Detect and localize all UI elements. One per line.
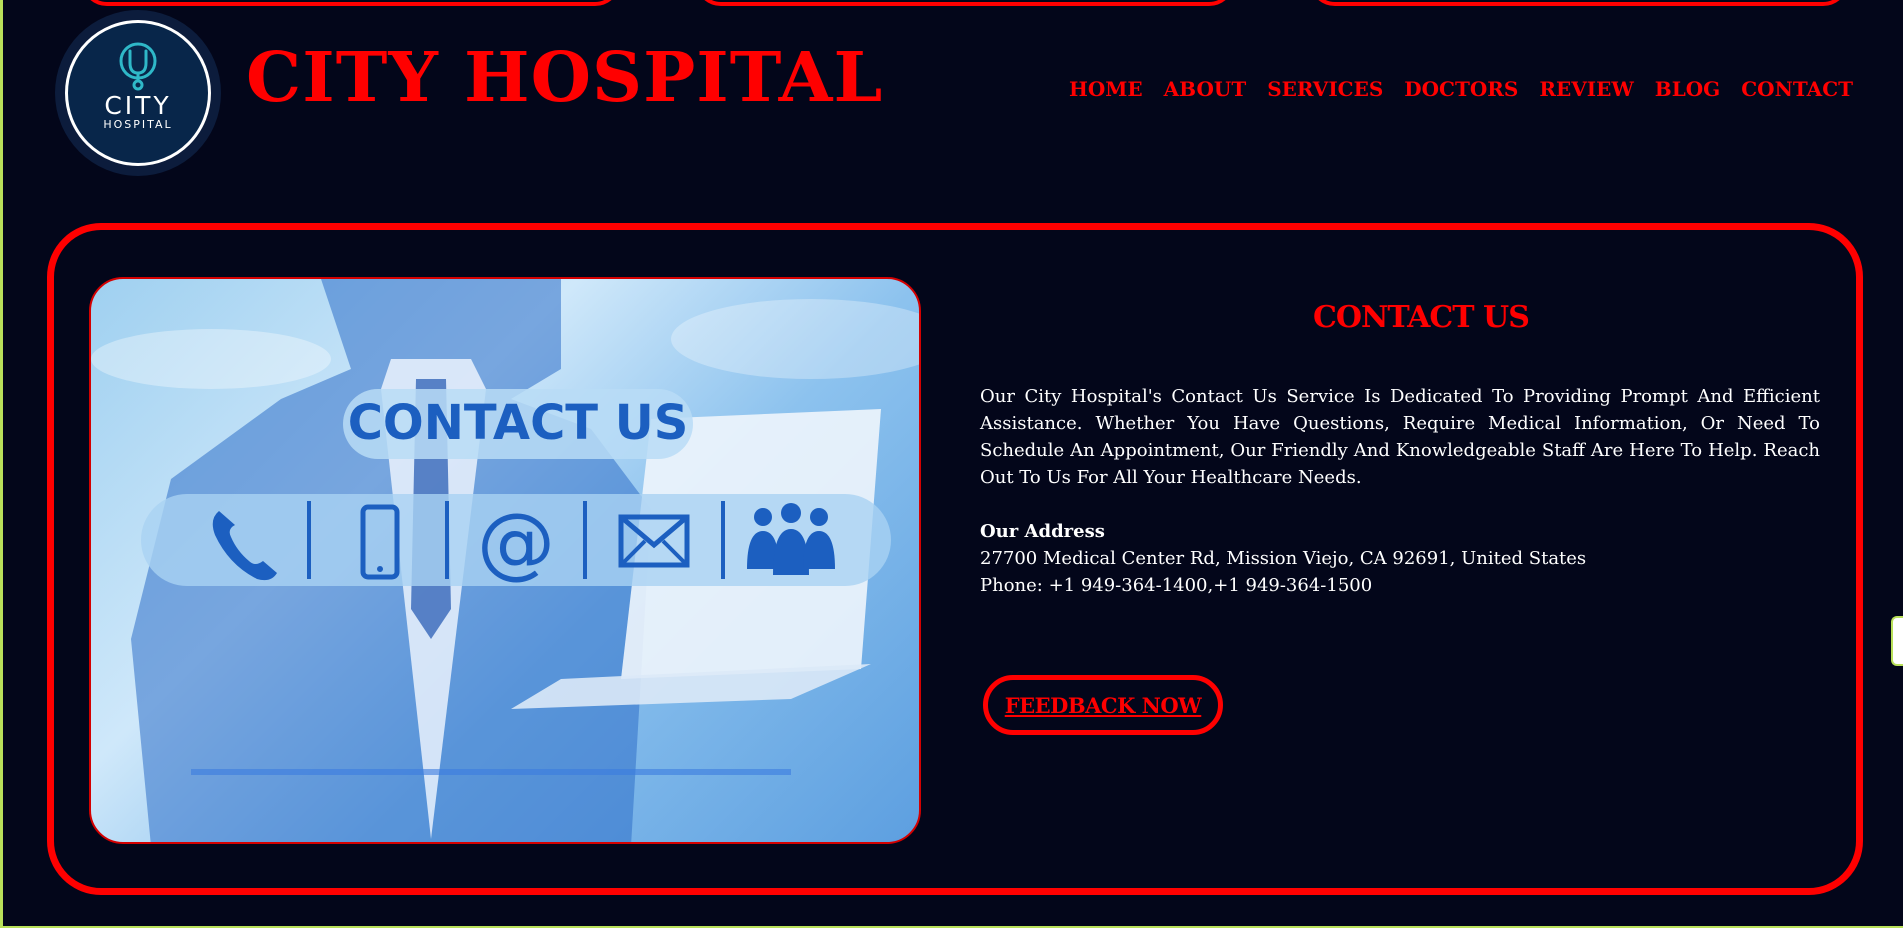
group-icon [747, 503, 835, 575]
feedback-button[interactable]: FEEDBACK NOW [983, 675, 1223, 735]
nav-contact[interactable]: CONTACT [1741, 76, 1853, 102]
site-title: CITY HOSPITAL [246, 38, 884, 118]
contact-image: CONTACT US @ [89, 277, 921, 844]
logo-text-city: CITY [104, 91, 172, 120]
side-widget-tab[interactable] [1891, 616, 1903, 666]
image-heading: CONTACT US [348, 395, 689, 451]
previous-card-bottom [1309, 0, 1849, 6]
hospital-logo[interactable]: CITY HOSPITAL [55, 10, 221, 176]
page: CITY HOSPITAL CITY HOSPITAL HOME ABOUT S… [3, 0, 1903, 926]
nav-services[interactable]: SERVICES [1267, 76, 1383, 102]
address-label: Our Address [980, 521, 1105, 542]
stethoscope-icon [119, 42, 157, 91]
previous-card-bottom [695, 0, 1235, 6]
nav-review[interactable]: REVIEW [1539, 76, 1633, 102]
phone-text: Phone: +1 949-364-1400,+1 949-364-1500 [980, 575, 1373, 596]
at-sign-icon: @ [477, 498, 555, 588]
contact-description: Our City Hospital's Contact Us Service I… [980, 386, 1820, 488]
address-text: 27700 Medical Center Rd, Mission Viejo, … [980, 548, 1587, 569]
nav-home[interactable]: HOME [1069, 76, 1143, 102]
nav-about[interactable]: ABOUT [1164, 76, 1247, 102]
contact-illustration: CONTACT US @ [91, 279, 919, 842]
main-nav: HOME ABOUT SERVICES DOCTORS REVIEW BLOG … [1048, 76, 1853, 102]
logo-emblem: CITY HOSPITAL [65, 20, 211, 166]
nav-doctors[interactable]: DOCTORS [1404, 76, 1518, 102]
previous-card-bottom [81, 0, 621, 6]
nav-blog[interactable]: BLOG [1655, 76, 1720, 102]
contact-title: CONTACT US [1313, 300, 1530, 335]
logo-text-hospital: HOSPITAL [103, 118, 173, 131]
